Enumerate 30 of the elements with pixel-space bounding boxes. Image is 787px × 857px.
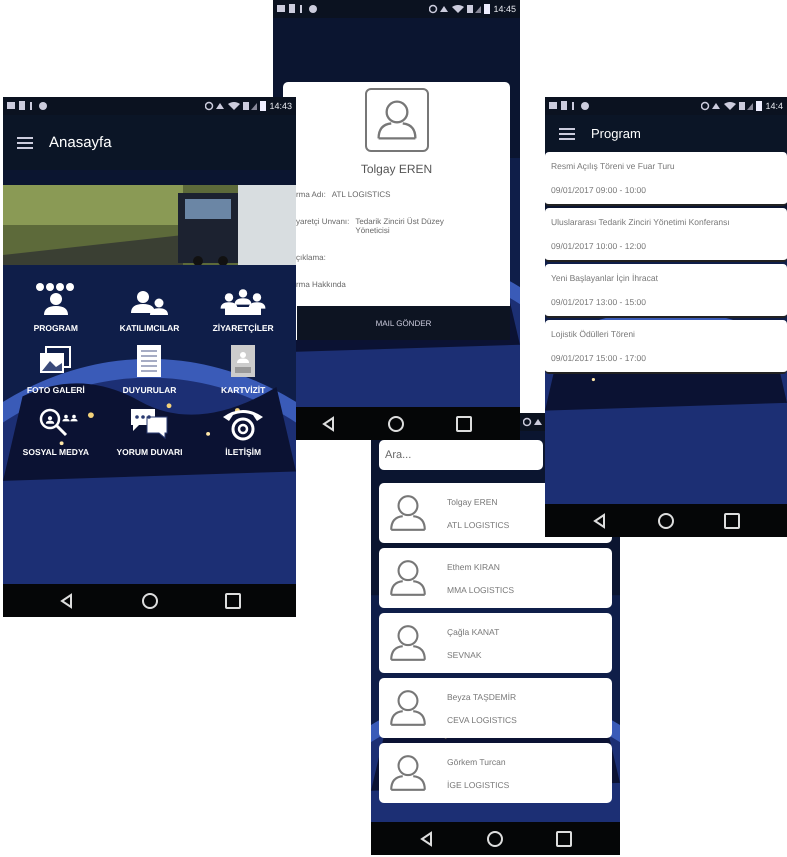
event-title: Lojistik Ödülleri Töreni — [551, 329, 636, 339]
event-title: Resmi Açılış Töreni ve Fuar Turu — [551, 161, 676, 171]
contact-item[interactable]: Ethem KIRAN MMA LOGISTICS — [379, 548, 612, 608]
event-title: Yeni Başlayanlar İçin İhracat — [551, 273, 659, 283]
contact-company: SEVNAK — [447, 650, 482, 660]
event-time: 09/01/2017 15:00 - 17:00 — [551, 353, 647, 363]
contact-company: ATL LOGISTICS — [447, 520, 510, 530]
contact-company: CEVA LOGISTICS — [447, 714, 517, 724]
contact-company: İGE LOGISTICS — [447, 780, 510, 790]
event-item[interactable]: Resmi Açılış Töreni ve Fuar Turu 09/01/2017 09:00 - 10:00 — [545, 152, 787, 206]
screen-title: Program — [591, 126, 641, 141]
contact-company: MMA LOGISTICS — [447, 584, 514, 594]
event-title: Uluslararası Tedarik Zinciri Yönetimi Konferansı — [551, 217, 731, 227]
contact-item[interactable]: Beyza TAŞDEMİR CEVA LOGISTICS — [379, 678, 612, 738]
event-item[interactable]: Uluslararası Tedarik Zinciri Yönetimi Konferansı 09/01/2017 10:00 - 12:00 — [545, 208, 787, 262]
status-time: 14:45 — [493, 4, 516, 14]
contact-name: Çağla KANAT — [447, 626, 500, 636]
status-time: 14:4 — [765, 101, 783, 111]
contact-name: Tolgay EREN — [447, 496, 499, 506]
contact-name: Beyza TAŞDEMİR — [447, 692, 517, 702]
event-item[interactable]: Lojistik Ödülleri Töreni 09/01/2017 15:00 - 17:00 — [545, 320, 787, 374]
contact-item[interactable]: Çağla KANAT SEVNAK — [379, 613, 612, 673]
search-field[interactable]: Ara... — [379, 440, 543, 470]
event-time: 09/01/2017 09:00 - 10:00 — [551, 185, 647, 195]
contact-name: Ethem KIRAN — [447, 562, 501, 572]
event-time: 09/01/2017 10:00 - 12:00 — [551, 241, 647, 251]
contact-name: Görkem Turcan — [447, 756, 507, 766]
contact-item[interactable]: Görkem Turcan İGE LOGISTICS — [379, 743, 612, 803]
event-item[interactable]: Yeni Başlayanlar İçin İhracat 09/01/2017 13:00 - 15:00 — [545, 264, 787, 318]
event-time: 09/01/2017 13:00 - 15:00 — [551, 297, 647, 307]
